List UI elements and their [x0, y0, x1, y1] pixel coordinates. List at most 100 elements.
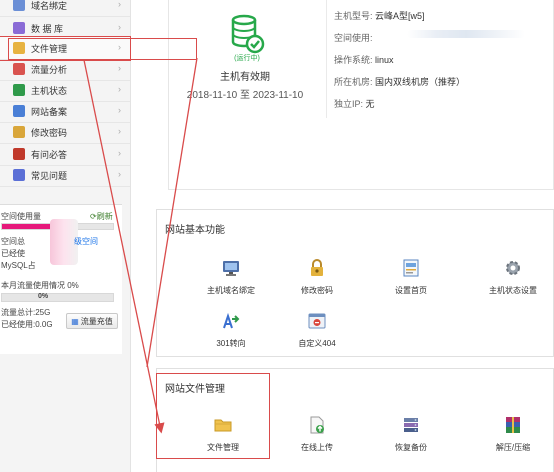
- refresh-icon: ⟳: [90, 212, 97, 221]
- sidebar-item-qa[interactable]: 有问必答 ›: [0, 143, 130, 166]
- traffic-recharge-button[interactable]: ▦ 流量充值: [66, 313, 118, 329]
- tile-host-status-settings[interactable]: 主机状态设置: [481, 258, 545, 304]
- tile-label: 主机状态设置: [489, 286, 537, 295]
- basic-functions-section: 网站基本功能 主机域名绑定 修改密码 设置首页 主机状态设置 301转向 自定义…: [156, 209, 554, 357]
- homepage-icon: [403, 259, 419, 277]
- tile-set-homepage[interactable]: 设置首页: [379, 258, 443, 304]
- host-room-row: 所在机房: 国内双线机房（推荐）: [334, 75, 465, 88]
- upgrade-space-link[interactable]: 级空间: [74, 236, 98, 247]
- chevron-right-icon: ›: [118, 63, 121, 73]
- host-room-label: 所在机房:: [334, 77, 373, 87]
- tile-label: 解压/压缩: [495, 443, 531, 452]
- divider: [326, 0, 327, 118]
- host-os-value: linux: [375, 55, 394, 65]
- help-icon: [13, 169, 25, 181]
- refresh-label: 刷新: [96, 212, 113, 221]
- tile-label: 301转向: [216, 339, 246, 348]
- sidebar-item-label: 修改密码: [31, 127, 68, 138]
- error-404-icon: [308, 313, 326, 329]
- sidebar-item-label: 有问必答: [31, 149, 68, 160]
- recharge-label: 流量充值: [80, 316, 113, 326]
- space-usage-fill: [2, 224, 52, 229]
- tile-change-password[interactable]: 修改密码: [285, 258, 349, 304]
- redirect-icon: [223, 312, 240, 329]
- host-status-text: (运行中): [234, 55, 260, 62]
- chevron-right-icon: ›: [118, 148, 121, 158]
- tile-label: 恢复备份: [395, 443, 427, 452]
- traffic-used-label: 已经使用:0.0G: [1, 320, 53, 329]
- host-model-row: 主机型号: 云峰A型[w5]: [334, 9, 425, 22]
- refresh-link[interactable]: ⟳刷新: [90, 211, 113, 222]
- globe-icon: [13, 0, 25, 11]
- space-used-label: 已经使: [1, 249, 25, 258]
- archive-icon: [506, 417, 520, 433]
- host-ip-row: 独立IP: 无: [334, 97, 375, 110]
- tile-label: 自定义404: [298, 339, 336, 348]
- user-question-icon: [13, 148, 25, 160]
- chevron-right-icon: ›: [118, 105, 121, 115]
- tile-custom-404[interactable]: 自定义404: [285, 311, 349, 357]
- host-ip-label: 独立IP:: [334, 99, 364, 109]
- tile-label: 修改密码: [301, 286, 333, 295]
- sidebar-item-traffic-analysis[interactable]: 流量分析 ›: [0, 58, 130, 81]
- sidebar: 域名绑定 › 数 据 库 › 文件管理 › 流量分析 › 主机状态 › 网站备案…: [0, 0, 131, 472]
- tile-restore-backup[interactable]: 恢复备份: [379, 415, 443, 461]
- chevron-right-icon: ›: [118, 126, 121, 136]
- sidebar-item-host-status[interactable]: 主机状态 ›: [0, 79, 130, 102]
- traffic-total-label: 流量总计:25G: [1, 308, 51, 317]
- sidebar-item-label: 数 据 库: [31, 23, 64, 34]
- sidebar-item-label: 域名绑定: [31, 0, 68, 11]
- tile-extract-compress[interactable]: 解压/压缩: [481, 415, 545, 461]
- sidebar-item-label: 常见问题: [31, 170, 68, 181]
- sidebar-item-label: 网站备案: [31, 106, 68, 117]
- highlight-box-file-manager: [156, 373, 270, 459]
- tile-label: 在线上传: [301, 443, 333, 452]
- chevron-right-icon: ›: [118, 84, 121, 94]
- sidebar-item-faq[interactable]: 常见问题 ›: [0, 164, 130, 187]
- settings-gear-icon: [506, 261, 520, 275]
- database-running-icon: [231, 14, 265, 54]
- host-os-label: 操作系统:: [334, 55, 373, 65]
- host-room-value: 国内双线机房（推荐）: [375, 77, 466, 87]
- database-icon: [13, 22, 25, 34]
- tile-label: 设置首页: [395, 286, 427, 295]
- host-model-value: 云峰A型[w5]: [375, 11, 425, 21]
- mysql-usage-label: MySQL占: [1, 261, 36, 270]
- sidebar-item-label: 主机状态: [31, 85, 68, 96]
- traffic-usage-label: 本月流量使用情况 0%: [1, 281, 79, 290]
- tile-301-redirect[interactable]: 301转向: [199, 311, 263, 357]
- host-ip-value: 无: [365, 99, 375, 109]
- tile-domain-binding[interactable]: 主机域名绑定: [199, 258, 263, 304]
- lock-key-icon: [311, 259, 323, 276]
- traffic-percent: 0%: [38, 293, 49, 300]
- tile-online-upload[interactable]: 在线上传: [285, 415, 349, 461]
- host-validity-range: 2018-11-10 至 2023-11-10: [186, 90, 304, 101]
- recharge-icon: ▦: [71, 316, 79, 326]
- traffic-usage-bar: [1, 293, 114, 302]
- backup-icon: [404, 418, 418, 432]
- highlight-box-menu: [8, 38, 197, 60]
- usage-panel: 空间使用量 ⟳刷新 空间总 级空间 已经使 MySQL占 本月流量使用情况 0%…: [0, 204, 122, 354]
- chevron-right-icon: ›: [118, 0, 121, 9]
- blurred-region: [407, 30, 525, 38]
- host-validity-title: 主机有效期: [220, 72, 270, 83]
- chevron-right-icon: ›: [118, 169, 121, 179]
- server-status-icon: [13, 84, 25, 96]
- host-model-label: 主机型号:: [334, 11, 373, 21]
- space-total-label: 空间总: [1, 237, 25, 246]
- host-os-row: 操作系统: linux: [334, 53, 394, 66]
- monitor-globe-icon: [223, 261, 239, 276]
- space-usage-label: 空间使用量: [1, 212, 41, 221]
- tile-label: 主机域名绑定: [207, 286, 255, 295]
- sidebar-item-label: 流量分析: [31, 64, 68, 75]
- sidebar-item-domain-binding[interactable]: 域名绑定 ›: [0, 0, 130, 17]
- chart-icon: [13, 63, 25, 75]
- key-icon: [13, 126, 25, 138]
- sidebar-item-change-password[interactable]: 修改密码 ›: [0, 121, 130, 144]
- upload-icon: [310, 416, 324, 434]
- sidebar-item-site-record[interactable]: 网站备案 ›: [0, 100, 130, 123]
- host-space-label: 空间使用:: [334, 33, 373, 43]
- chevron-right-icon: ›: [118, 22, 121, 32]
- section-title: 网站基本功能: [165, 225, 225, 236]
- record-icon: [13, 105, 25, 117]
